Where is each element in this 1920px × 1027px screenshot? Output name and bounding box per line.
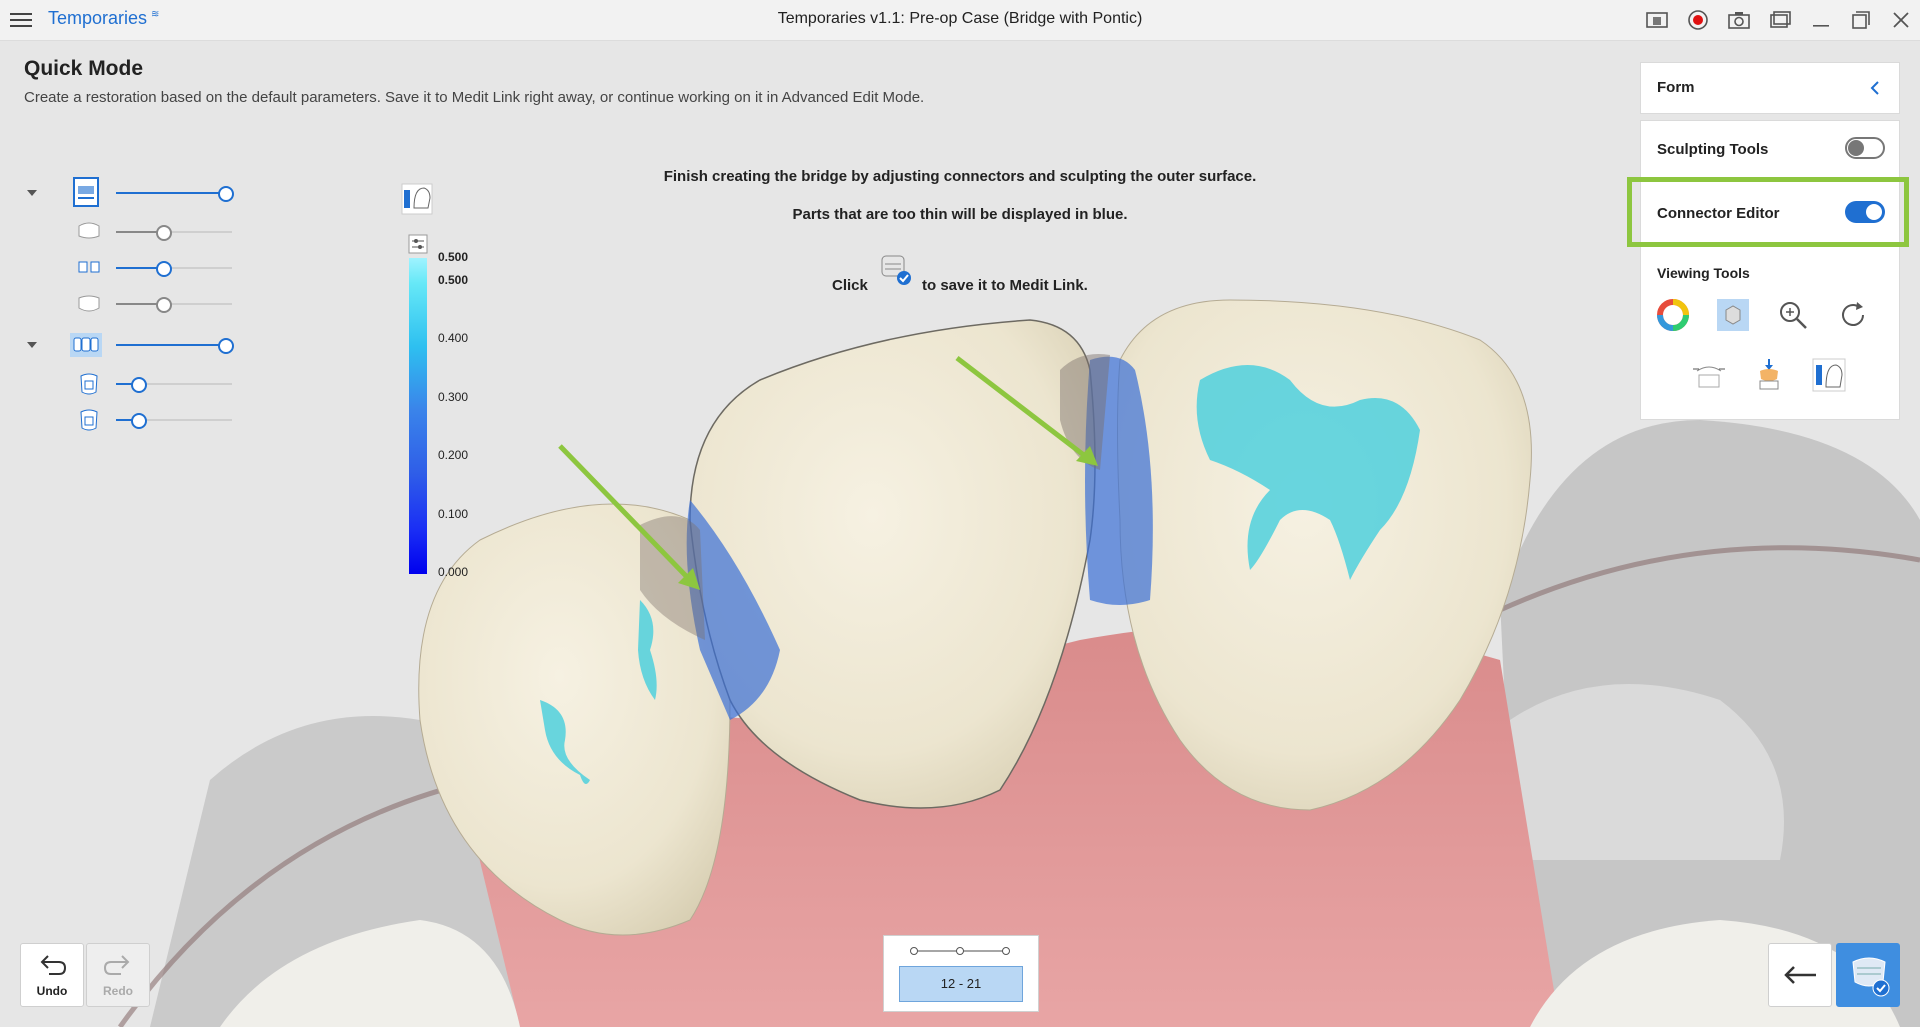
item-2b-opacity-slider[interactable] xyxy=(116,410,244,430)
redo-icon xyxy=(103,955,130,975)
legend-label: 0.100 xyxy=(438,507,469,521)
thickness-view-icon[interactable] xyxy=(1811,357,1847,393)
collapse-arrow-icon[interactable] xyxy=(25,186,39,200)
legend-settings-icon[interactable] xyxy=(408,234,428,254)
tooth-range-selector: 12 - 21 xyxy=(883,935,1039,1012)
undo-button[interactable]: Undo xyxy=(20,943,84,1007)
camera-icon[interactable] xyxy=(1726,8,1752,32)
upper-jaw-icon[interactable] xyxy=(76,220,102,242)
viewing-tools-label: Viewing Tools xyxy=(1657,265,1750,281)
legend-label: 0.000 xyxy=(438,565,469,579)
group-2-opacity-slider[interactable] xyxy=(116,335,236,355)
form-panel[interactable]: Form xyxy=(1640,62,1900,114)
legend-label: 0.500 xyxy=(438,250,469,264)
back-button[interactable] xyxy=(1768,943,1832,1007)
mode-description: Create a restoration based on the defaul… xyxy=(24,89,925,106)
restore-icon[interactable] xyxy=(1848,8,1874,32)
redo-label: Redo xyxy=(103,984,133,998)
close-icon[interactable] xyxy=(1888,8,1914,32)
thickness-map-icon[interactable] xyxy=(400,182,434,216)
connector-editor-highlight xyxy=(1627,177,1909,247)
crown-icon[interactable] xyxy=(77,372,101,398)
slider-knob[interactable] xyxy=(131,413,147,429)
sculpting-tools-toggle[interactable] xyxy=(1845,137,1885,159)
save-to-link-icon xyxy=(881,255,911,285)
collapse-arrow-icon[interactable] xyxy=(25,338,39,352)
document-scan-icon[interactable] xyxy=(72,176,100,208)
sculpting-tools-label: Sculpting Tools xyxy=(1657,141,1769,158)
instruction-click: Click xyxy=(832,277,868,294)
range-slider-icon[interactable] xyxy=(910,944,1010,958)
item-1c-opacity-slider[interactable] xyxy=(116,294,244,314)
redo-button[interactable]: Redo xyxy=(86,943,150,1007)
insertion-path-icon[interactable] xyxy=(1751,357,1787,393)
legend-label: 0.200 xyxy=(438,448,469,462)
slider-fill xyxy=(116,192,224,194)
instruction-save: to save it to Medit Link. xyxy=(922,277,1088,294)
slider-knob[interactable] xyxy=(218,186,234,202)
arrow-left-icon xyxy=(1784,966,1816,984)
minimize-icon[interactable] xyxy=(1808,8,1834,32)
slider-knob[interactable] xyxy=(156,297,172,313)
window-title: Temporaries v1.1: Pre-op Case (Bridge wi… xyxy=(777,10,1143,27)
form-label: Form xyxy=(1657,79,1695,96)
slider-knob[interactable] xyxy=(218,338,234,354)
thickness-color-bar xyxy=(409,258,427,574)
legend-label: 0.400 xyxy=(438,331,469,345)
chevron-left-icon[interactable] xyxy=(1867,79,1883,97)
solid-view-icon[interactable] xyxy=(1715,297,1751,333)
instruction-line-2: Parts that are too thin will be displaye… xyxy=(792,206,1128,223)
slider-knob[interactable] xyxy=(156,261,172,277)
undo-label: Undo xyxy=(36,984,68,998)
group-1-opacity-slider[interactable] xyxy=(116,183,236,203)
instruction-line-1: Finish creating the bridge by adjusting … xyxy=(663,168,1257,185)
undo-icon xyxy=(40,955,67,975)
item-1b-opacity-slider[interactable] xyxy=(116,258,244,278)
save-to-medit-link-button[interactable] xyxy=(1836,943,1900,1007)
item-2a-opacity-slider[interactable] xyxy=(116,374,244,394)
gap-view-icon[interactable] xyxy=(1691,357,1727,393)
slider-fill xyxy=(116,344,224,346)
mode-title: Quick Mode xyxy=(24,57,144,80)
tools-panel: Sculpting Tools Connector Editor Viewing… xyxy=(1640,120,1900,420)
crown-icon[interactable] xyxy=(77,408,101,434)
legend-label: 0.500 xyxy=(438,273,469,287)
screen-capture-icon[interactable] xyxy=(1644,8,1670,32)
color-wheel-icon[interactable] xyxy=(1655,297,1691,333)
legend-label: 0.300 xyxy=(438,390,469,404)
zoom-icon[interactable] xyxy=(1775,297,1811,333)
slider-knob[interactable] xyxy=(131,377,147,393)
window-layout-icon[interactable] xyxy=(1767,8,1793,32)
save-to-link-icon xyxy=(1852,957,1890,997)
lower-jaw-icon[interactable] xyxy=(76,292,102,314)
item-1a-opacity-slider[interactable] xyxy=(116,222,244,242)
record-icon[interactable] xyxy=(1685,8,1711,32)
slider-knob[interactable] xyxy=(156,225,172,241)
reset-view-icon[interactable] xyxy=(1835,297,1871,333)
bite-icon[interactable] xyxy=(76,256,102,278)
bridge-icon[interactable] xyxy=(70,333,102,357)
tooth-range-button[interactable]: 12 - 21 xyxy=(899,966,1023,1002)
title-bar: Temporaries ≋ Temporaries v1.1: Pre-op Ca… xyxy=(0,0,1920,41)
